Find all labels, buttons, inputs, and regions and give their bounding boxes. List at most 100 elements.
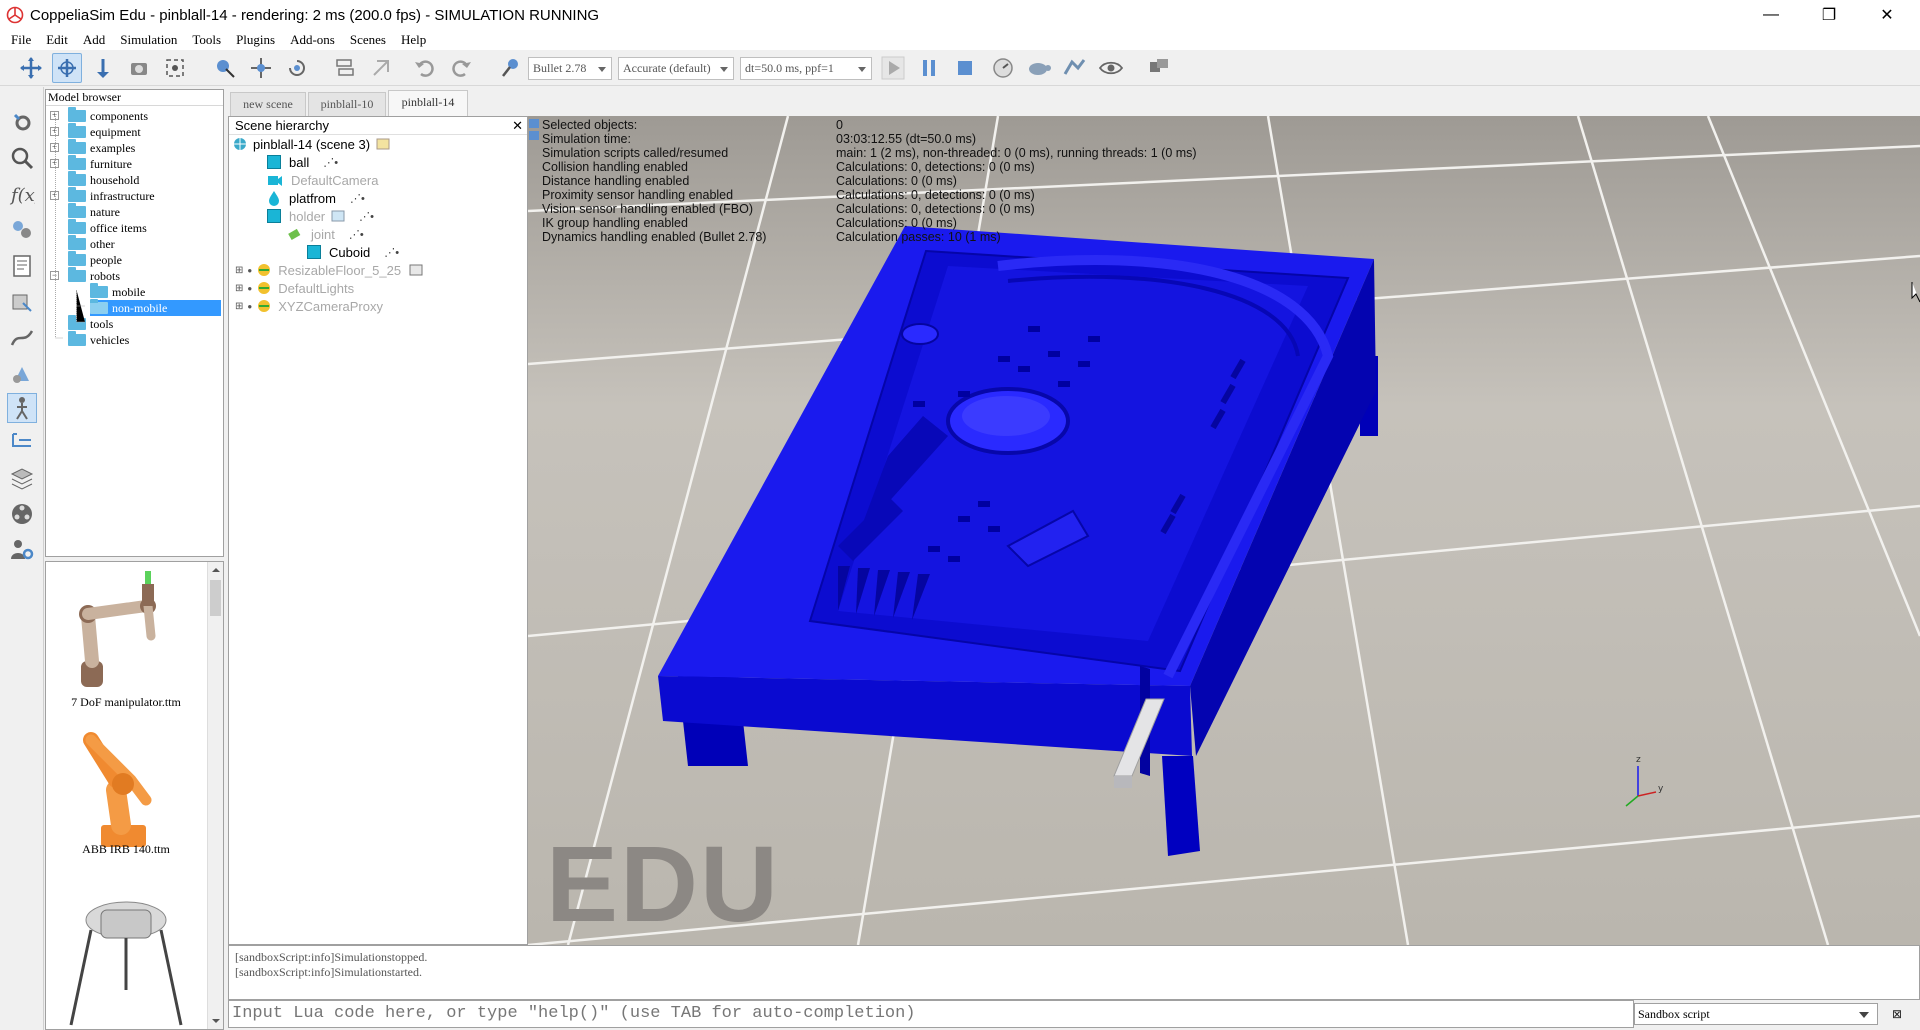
tab-pinblall-10[interactable]: pinblall-10 bbox=[308, 92, 386, 116]
menu-addons[interactable]: Add-ons bbox=[283, 32, 343, 48]
info-toggle-icon[interactable] bbox=[528, 118, 540, 142]
scene-viewport[interactable]: z y Selected objects: Simulation time: S… bbox=[528, 116, 1920, 945]
calculation-modules-icon[interactable]: f(x) bbox=[7, 179, 37, 209]
hierarchy-item-default-camera[interactable]: DefaultCamera bbox=[267, 171, 378, 189]
page-selector-icon[interactable] bbox=[1144, 53, 1174, 83]
script-target-select[interactable]: Sandbox script bbox=[1634, 1003, 1878, 1025]
tab-pinblall-14[interactable]: pinblall-14 bbox=[388, 90, 468, 116]
menu-file[interactable]: File bbox=[4, 32, 39, 48]
hierarchy-item-holder[interactable]: holder ⋰• bbox=[267, 207, 374, 225]
menu-add[interactable]: Add bbox=[76, 32, 113, 48]
expand-icon[interactable]: ⊞ bbox=[235, 301, 243, 312]
model-browser-toggle-icon[interactable] bbox=[7, 393, 37, 423]
console-line: [sandboxScript:info]Simulationstarted. bbox=[235, 965, 422, 979]
dynamics-engine-icon[interactable] bbox=[496, 53, 526, 83]
hierarchy-item-platfrom[interactable]: platfrom ⋰• bbox=[267, 189, 365, 207]
layers-icon[interactable] bbox=[7, 463, 37, 493]
shape-edit-icon[interactable] bbox=[7, 287, 37, 317]
hierarchy-item-cuboid[interactable]: Cuboid ⋰• bbox=[307, 243, 399, 261]
tab-new-scene[interactable]: new scene bbox=[230, 92, 306, 116]
model-icon bbox=[258, 264, 271, 276]
info-label: Simulation time: bbox=[542, 132, 631, 146]
scene-hierarchy-toggle-icon[interactable] bbox=[7, 427, 37, 457]
start-simulation-icon[interactable] bbox=[878, 53, 908, 83]
physics-engine-select[interactable]: Bullet 2.78 bbox=[528, 57, 612, 80]
menu-tools[interactable]: Tools bbox=[185, 32, 229, 48]
model-delta-robot[interactable] bbox=[46, 882, 206, 1029]
timestep-select[interactable]: dt=50.0 ms, ppf=1 bbox=[740, 57, 872, 80]
engine-accuracy-select[interactable]: Accurate (default) bbox=[618, 57, 734, 80]
selection-icon[interactable] bbox=[7, 359, 37, 389]
lua-command-input[interactable]: Input Lua code here, or type "help()" (u… bbox=[228, 1000, 1634, 1028]
close-window-button[interactable]: ✕ bbox=[1864, 0, 1910, 30]
model-browser-title: Model browser bbox=[46, 90, 223, 106]
click-select-icon[interactable] bbox=[210, 53, 240, 83]
script-icon[interactable] bbox=[376, 138, 390, 150]
close-console-icon[interactable]: ⊠ bbox=[1888, 1005, 1906, 1023]
camera-opening-angle-icon[interactable] bbox=[124, 53, 154, 83]
object-properties-icon[interactable] bbox=[7, 143, 37, 173]
user-settings-icon[interactable] bbox=[7, 535, 37, 565]
slow-down-icon[interactable] bbox=[1024, 53, 1054, 83]
menu-scenes[interactable]: Scenes bbox=[343, 32, 394, 48]
physics-engine-value: Bullet 2.78 bbox=[533, 61, 587, 75]
info-label: Simulation scripts called/resumed bbox=[542, 146, 729, 160]
camera-rotate-icon[interactable] bbox=[52, 53, 82, 83]
path-edit-icon[interactable] bbox=[7, 323, 37, 353]
folder-non-mobile[interactable]: non-mobile bbox=[90, 299, 221, 316]
camera-shift-icon[interactable] bbox=[88, 53, 118, 83]
hierarchy-item-ball[interactable]: ball ⋰• bbox=[267, 153, 338, 171]
undo-icon[interactable] bbox=[410, 53, 440, 83]
menu-help[interactable]: Help bbox=[394, 32, 434, 48]
fit-to-view-icon[interactable] bbox=[160, 53, 190, 83]
hierarchy-item-joint[interactable]: joint ⋰• bbox=[287, 225, 364, 243]
object-shift-icon[interactable] bbox=[246, 53, 276, 83]
restore-button[interactable]: ❐ bbox=[1806, 0, 1852, 30]
object-rotate-icon[interactable] bbox=[282, 53, 312, 83]
menu-edit[interactable]: Edit bbox=[39, 32, 76, 48]
transfer-dna-icon[interactable] bbox=[366, 53, 396, 83]
minimize-button[interactable]: — bbox=[1748, 0, 1794, 30]
collections-icon[interactable] bbox=[7, 215, 37, 245]
hierarchy-item-resizable-floor[interactable]: ⊞ ● ResizableFloor_5_25 bbox=[235, 261, 423, 279]
scene-root-label: pinblall-14 (scene 3) bbox=[253, 136, 371, 152]
stop-simulation-icon[interactable] bbox=[950, 53, 980, 83]
scene-root-item[interactable]: pinblall-14 (scene 3) bbox=[233, 135, 390, 153]
assemble-icon[interactable] bbox=[330, 53, 360, 83]
expand-icon[interactable]: ⊞ bbox=[235, 265, 243, 276]
script-icon[interactable] bbox=[331, 210, 345, 222]
expand-icon[interactable]: ⊞ bbox=[235, 283, 243, 294]
scrollbar-thumb[interactable] bbox=[210, 580, 221, 616]
scroll-up-icon[interactable] bbox=[208, 562, 224, 578]
camera-pan-icon[interactable] bbox=[16, 53, 46, 83]
thumbnail-scrollbar[interactable] bbox=[207, 562, 223, 1029]
close-panel-icon[interactable]: ✕ bbox=[512, 117, 523, 135]
scripts-icon[interactable] bbox=[7, 251, 37, 281]
pause-simulation-icon[interactable] bbox=[914, 53, 944, 83]
model-7dof-manipulator[interactable]: 7 DoF manipulator.ttm bbox=[46, 562, 206, 712]
info-value: Calculations: 0 (0 ms) bbox=[836, 216, 957, 230]
menu-plugins[interactable]: Plugins bbox=[229, 32, 283, 48]
item-label: platfrom bbox=[289, 190, 336, 206]
edu-watermark: EDU bbox=[546, 823, 781, 944]
status-console: [sandboxScript:info]Simulationstopped. [… bbox=[228, 945, 1920, 1000]
scroll-down-icon[interactable] bbox=[208, 1013, 224, 1029]
menu-simulation[interactable]: Simulation bbox=[113, 32, 185, 48]
folder-mobile[interactable]: mobile bbox=[90, 283, 145, 300]
script-target-value: Sandbox script bbox=[1638, 1007, 1710, 1021]
redo-icon[interactable] bbox=[446, 53, 476, 83]
thumbnail-label: 7 DoF manipulator.ttm bbox=[71, 695, 181, 709]
speed-up-icon[interactable] bbox=[1060, 53, 1090, 83]
info-value: Calculations: 0, detections: 0 (0 ms) bbox=[836, 160, 1035, 174]
hierarchy-item-default-lights[interactable]: ⊞ ● DefaultLights bbox=[235, 279, 354, 297]
script-icon[interactable] bbox=[409, 264, 423, 276]
simulation-settings-icon[interactable] bbox=[7, 107, 37, 137]
real-time-mode-icon[interactable] bbox=[988, 53, 1018, 83]
video-recorder-icon[interactable] bbox=[7, 499, 37, 529]
model-dot-icon: ● bbox=[247, 265, 253, 275]
info-value: Calculation passes: 10 (1 ms) bbox=[836, 230, 1001, 244]
model-abb-irb140[interactable]: ABB IRB 140.ttm bbox=[46, 712, 206, 872]
item-label: XYZCameraProxy bbox=[278, 298, 383, 314]
toggle-visualization-icon[interactable] bbox=[1096, 53, 1126, 83]
hierarchy-item-xyz-camera-proxy[interactable]: ⊞ ● XYZCameraProxy bbox=[235, 297, 383, 315]
